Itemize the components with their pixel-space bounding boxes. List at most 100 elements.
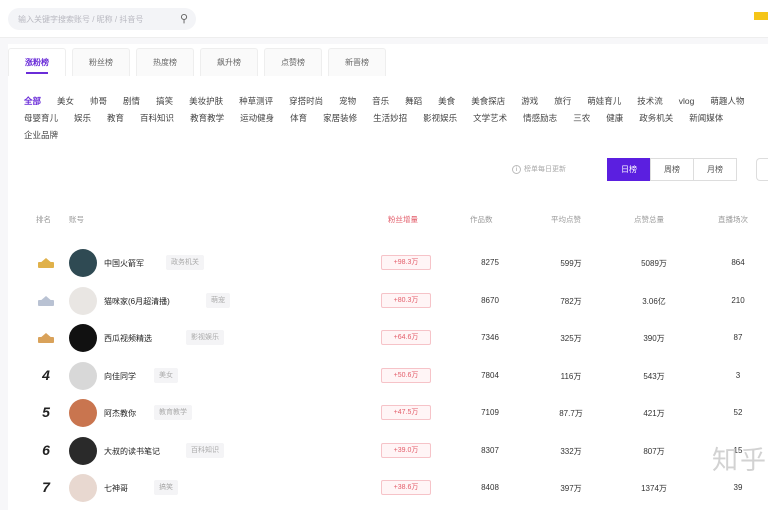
fans-increase-badge: +47.5万 (381, 405, 431, 420)
avatar[interactable] (69, 249, 97, 277)
header-account: 账号 (69, 215, 84, 224)
tab-likes[interactable]: 点赞榜 (264, 48, 322, 76)
category-tag: 美女 (154, 367, 178, 383)
avatar[interactable] (69, 399, 97, 427)
category-item[interactable]: 宠物 (339, 93, 356, 110)
rank-number: 7 (42, 479, 50, 495)
category-item[interactable]: 萌趣人物 (710, 93, 744, 110)
search-icon[interactable]: ⚲ (180, 12, 188, 25)
account-name[interactable]: 七神哥 (104, 483, 128, 494)
search-input[interactable]: 输入关键字搜索账号 / 昵称 / 抖音号 ⚲ (8, 8, 196, 30)
category-item[interactable]: 舞蹈 (405, 93, 422, 110)
category-item[interactable]: 体育 (290, 110, 307, 127)
category-item[interactable]: 萌娃育儿 (587, 93, 621, 110)
category-item[interactable]: 种草测评 (239, 93, 273, 110)
avatar[interactable] (69, 361, 97, 390)
total-likes: 1374万 (641, 484, 667, 493)
header-total-likes[interactable]: 点赞总量 (634, 214, 664, 225)
category-item[interactable]: 帅哥 (90, 93, 107, 110)
tab-rising[interactable]: 飙升榜 (200, 48, 258, 76)
search-placeholder: 输入关键字搜索账号 / 昵称 / 抖音号 (18, 15, 144, 24)
category-item[interactable]: 三农 (573, 110, 590, 127)
header-live[interactable]: 直播场次 (718, 214, 748, 225)
category-filter: 全部 美女 帅哥 剧情 搞笑 美妆护肤 种草测评 穿搭时尚 宠物 音乐 舞蹈 美食 美食探店 游戏 旅行 萌娃… (24, 93, 764, 144)
account-name[interactable]: 中国火箭军 (104, 258, 144, 269)
category-item[interactable]: 影视娱乐 (423, 110, 457, 127)
category-tag: 搞笑 (154, 480, 178, 495)
category-item[interactable]: 运动健身 (240, 110, 274, 127)
period-week-button[interactable]: 周榜 (650, 158, 694, 181)
works-count: 8307 (481, 445, 499, 455)
category-item[interactable]: 新闻媒体 (689, 110, 723, 127)
works-count: 7804 (481, 370, 499, 380)
avg-likes: 116万 (560, 371, 582, 381)
category-item[interactable]: 美女 (57, 93, 74, 110)
rank-number: 4 (42, 366, 50, 383)
category-item[interactable]: 企业品牌 (24, 127, 58, 144)
works-count: 7346 (481, 333, 499, 342)
account-name[interactable]: 向佳同学 (104, 371, 136, 382)
category-item[interactable]: 穿搭时尚 (289, 93, 323, 110)
date-picker-button[interactable] (756, 158, 768, 181)
header-avg-likes[interactable]: 平均点赞 (551, 214, 581, 225)
crown-icon (38, 295, 54, 306)
category-item[interactable]: 情感励志 (523, 110, 557, 127)
category-item[interactable]: vlog (679, 93, 695, 110)
top-bar: 输入关键字搜索账号 / 昵称 / 抖音号 ⚲ (0, 0, 768, 38)
category-item[interactable]: 政务机关 (639, 110, 673, 127)
avatar[interactable] (69, 436, 97, 465)
fans-increase-badge: +38.6万 (381, 480, 431, 495)
table-row[interactable]: 7 七神哥 搞笑 +38.6万 8408 397万 1374万 39 (8, 469, 768, 507)
category-item[interactable]: 全部 (24, 93, 41, 110)
tab-fans-growth[interactable]: 涨粉榜 (8, 48, 66, 76)
avatar[interactable] (69, 286, 97, 315)
header-works[interactable]: 作品数 (470, 214, 493, 225)
account-name[interactable]: 大叔的读书笔记 (104, 446, 160, 457)
period-switch: 日榜 周榜 月榜 (607, 158, 737, 181)
table-row[interactable]: 6 大叔的读书笔记 百科知识 +39.0万 8307 332万 807万 15 (8, 432, 768, 470)
category-item[interactable]: 家居装修 (323, 110, 357, 127)
period-day-button[interactable]: 日榜 (607, 158, 651, 181)
category-item[interactable]: 文学艺术 (473, 110, 507, 127)
category-item[interactable]: 搞笑 (156, 93, 173, 110)
category-item[interactable]: 技术流 (637, 93, 663, 110)
category-item[interactable]: 旅行 (554, 93, 571, 110)
rank-number: 6 (42, 441, 50, 458)
category-item[interactable]: 剧情 (123, 93, 140, 110)
avatar[interactable] (69, 324, 97, 352)
tab-heat[interactable]: 热度榜 (136, 48, 194, 76)
live-count: 864 (731, 258, 745, 267)
table-row[interactable]: 5 阿杰教你 教育教学 +47.5万 7109 87.7万 421万 52 (8, 394, 768, 432)
category-item[interactable]: 美妆护肤 (189, 93, 223, 110)
account-name[interactable]: 阿杰教你 (104, 408, 136, 419)
tab-new[interactable]: 新晋榜 (328, 48, 386, 76)
watermark: 知乎 (712, 446, 768, 476)
category-item[interactable]: 游戏 (521, 93, 538, 110)
category-item[interactable]: 教育教学 (190, 110, 224, 127)
avg-likes: 325万 (560, 334, 582, 343)
account-name[interactable]: 猫咪家(6月超清播) (104, 296, 170, 307)
tab-fans[interactable]: 粉丝榜 (72, 48, 130, 76)
category-item[interactable]: 美食探店 (471, 93, 505, 110)
category-item[interactable]: 教育 (107, 110, 124, 127)
category-item[interactable]: 母婴育儿 (24, 110, 58, 127)
avatar[interactable] (69, 474, 97, 502)
category-tag: 百科知识 (186, 442, 224, 458)
period-month-button[interactable]: 月榜 (693, 158, 737, 181)
table-row[interactable]: 中国火箭军 政务机关 +98.3万 8275 599万 5089万 864 (8, 244, 768, 282)
account-name[interactable]: 西瓜视频精选 (104, 333, 152, 344)
category-item[interactable]: 百科知识 (140, 110, 174, 127)
corner-badge[interactable] (754, 12, 768, 20)
table-row[interactable]: 4 向佳同学 美女 +50.6万 7804 116万 543万 3 (8, 357, 768, 395)
table-row[interactable]: 猫咪家(6月超清播) 萌宠 +80.3万 8670 782万 3.06亿 210 (8, 282, 768, 320)
table-row[interactable]: 西瓜视频精选 影视娱乐 +64.6万 7346 325万 390万 87 (8, 319, 768, 357)
category-tag: 萌宠 (206, 292, 230, 308)
category-item[interactable]: 音乐 (372, 93, 389, 110)
category-item[interactable]: 美食 (438, 93, 455, 110)
category-item[interactable]: 娱乐 (74, 110, 91, 127)
info-icon: i (512, 165, 521, 174)
header-fans-increase[interactable]: 粉丝增量 (388, 214, 418, 225)
category-item[interactable]: 健康 (606, 110, 623, 127)
crown-icon (38, 333, 54, 343)
category-item[interactable]: 生活妙招 (373, 110, 407, 127)
